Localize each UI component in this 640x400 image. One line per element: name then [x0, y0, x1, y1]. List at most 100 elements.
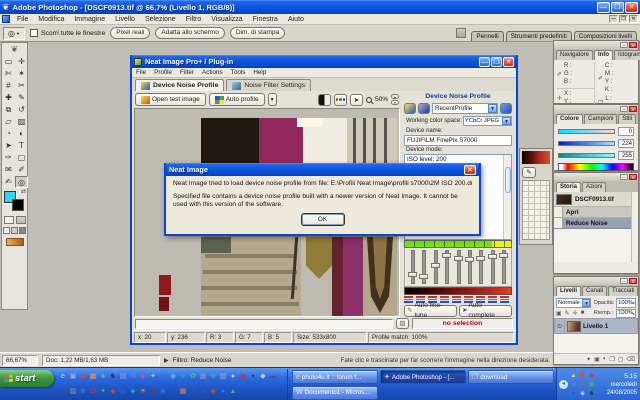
tray-icon[interactable]: ▣ — [587, 380, 596, 389]
quicklaunch-icon[interactable]: ✦ — [148, 371, 158, 382]
quicklaunch-icon[interactable]: ❖ — [178, 371, 188, 382]
quicklaunch-icon[interactable]: ◉ — [158, 386, 168, 397]
minimize-button[interactable]: — — [597, 2, 610, 13]
quicklaunch-icon[interactable]: O — [88, 386, 98, 397]
ok-button[interactable]: OK — [301, 213, 345, 226]
history-brush-tool-icon[interactable]: ↺ — [15, 104, 28, 116]
save-profile-button[interactable] — [418, 103, 430, 114]
zoom-percent-field[interactable]: 66,67% — [2, 355, 38, 366]
blue-value[interactable]: 255 — [618, 151, 634, 160]
taskbar-button[interactable]: e photo4u.it :: forum f... — [292, 370, 378, 384]
clock[interactable]: 5.15 mercoledì 24/08/2005 — [599, 373, 638, 397]
dodge-tool-icon[interactable]: ◐ — [15, 128, 28, 140]
quicklaunch-icon[interactable]: ▦ — [178, 386, 188, 397]
quicklaunch-icon[interactable]: 0 — [168, 386, 178, 397]
ni-menu-item[interactable]: Profile — [150, 68, 176, 78]
noise-slider[interactable] — [442, 248, 451, 286]
fill-field[interactable]: 100%▸ — [616, 309, 636, 318]
reuse-profile-button[interactable] — [500, 103, 512, 114]
ni-maximize-button[interactable]: ❐ — [491, 57, 502, 67]
hand-tool-icon[interactable]: ✍ — [2, 176, 15, 188]
history-scrollbar[interactable] — [631, 192, 638, 262]
layer-visibility-cell[interactable]: ⊙ — [555, 319, 565, 333]
quicklaunch-icon[interactable]: ◈ — [98, 371, 108, 382]
palette-tab[interactable]: Livelli — [556, 286, 581, 296]
quicklaunch-icon[interactable]: ● — [148, 386, 158, 397]
quicklaunch-icon[interactable]: ◉ — [208, 386, 218, 397]
lock-all-icon[interactable]: ■ — [581, 310, 585, 316]
print-size-button[interactable]: Dim. di stampa — [230, 27, 285, 39]
doc-restore-button[interactable]: ❐ — [619, 15, 628, 23]
recent-profile-dropdown[interactable]: RecentProfile ▼ — [432, 103, 498, 114]
pen-tool-icon[interactable]: ✑ — [2, 152, 15, 164]
green-value[interactable]: 224 — [618, 139, 634, 148]
quicklaunch-icon[interactable]: ▲ — [228, 386, 238, 397]
auto-complete-button[interactable]: ➤Auto complete — [459, 305, 512, 317]
ni-minimize-button[interactable]: — — [479, 57, 490, 67]
list-scrollbar[interactable] — [503, 155, 511, 239]
noise-slider[interactable] — [419, 248, 428, 286]
history-brush-well[interactable] — [554, 207, 563, 217]
palette-close-icon[interactable]: ✕ — [629, 106, 637, 112]
tab-noise-filter-settings[interactable]: Noise Filter Settings — [226, 79, 311, 91]
shape-tool-icon[interactable]: ▢ — [15, 152, 28, 164]
menu-item[interactable]: File — [12, 14, 33, 25]
palette-minimize-icon[interactable]: — — [620, 174, 628, 180]
ni-close-button[interactable]: ✕ — [503, 57, 514, 67]
blend-mode-dropdown[interactable]: Normale ▼ — [556, 298, 591, 308]
lock-move-icon[interactable]: ✛ — [573, 310, 578, 317]
quicklaunch-icon[interactable]: ▦ — [88, 371, 98, 382]
quicklaunch-icon[interactable]: ♠ — [58, 386, 68, 397]
quicklaunch-icon[interactable]: ◆ — [108, 386, 118, 397]
blur-tool-icon[interactable]: ◔ — [2, 128, 15, 140]
tray-collapse-icon[interactable]: ◂ — [559, 380, 568, 389]
history-snapshot-row[interactable]: DSCF0913.tif — [554, 192, 631, 207]
history-brush-well[interactable] — [554, 218, 563, 228]
quicklaunch-icon[interactable]: ◈ — [128, 386, 138, 397]
quicklaunch-icon[interactable]: ♪ — [198, 386, 208, 397]
standard-mode-button[interactable] — [4, 216, 14, 224]
eraser-tool-icon[interactable]: ▱ — [2, 116, 15, 128]
green-slider[interactable] — [558, 141, 615, 146]
tab-device-noise-profile[interactable]: Device Noise Profile — [135, 79, 224, 91]
zoom-tool-icon[interactable]: ◎ — [15, 176, 28, 188]
quicklaunch-icon[interactable]: ◉ — [168, 371, 178, 382]
selection-tool-button[interactable]: ▨ — [396, 318, 409, 329]
tray-icon[interactable]: ◈ — [578, 389, 587, 398]
history-step-open[interactable]: Apri — [554, 207, 631, 218]
delete-layer-icon[interactable]: ⌫ — [627, 356, 635, 363]
slider-thumb[interactable] — [419, 274, 428, 279]
rgb-view-button[interactable] — [334, 94, 347, 106]
quicklaunch-icon[interactable]: ▣ — [118, 386, 128, 397]
ni-menu-item[interactable]: Tools — [227, 68, 250, 78]
noise-slider[interactable] — [476, 248, 485, 286]
healing-brush-tool-icon[interactable]: ✚ — [2, 92, 15, 104]
ni-menu-item[interactable]: Actions — [198, 68, 227, 78]
palette-tab[interactable]: Info — [594, 50, 613, 60]
lock-transparency-icon[interactable]: ▣ — [556, 310, 562, 317]
quicklaunch-icon[interactable]: ♞ — [108, 371, 118, 382]
zoom-spinner[interactable]: ▲▼ — [391, 94, 399, 105]
neat-image-titlebar[interactable]: Neat Image Pro+ / Plug-in — ❐ ✕ — [132, 55, 516, 68]
opacity-field[interactable]: 100%▸ — [616, 298, 636, 308]
palette-tab[interactable]: Tracciati — [608, 286, 638, 296]
quicklaunch-icon[interactable]: ☀ — [138, 386, 148, 397]
quicklaunch-icon[interactable]: ◆ — [258, 371, 268, 382]
doc-close-button[interactable]: ✕ — [629, 15, 638, 23]
taskbar-button[interactable]: ❐ download — [468, 370, 554, 384]
menu-item[interactable]: Selezione — [140, 14, 181, 25]
menu-item[interactable]: Immagine — [69, 14, 110, 25]
tray-icon[interactable]: ▲ — [569, 371, 578, 380]
layer-group-icon[interactable]: ❐ — [609, 356, 614, 363]
gradient-tool-icon[interactable]: ▨ — [15, 116, 28, 128]
palette-grid-area[interactable] — [522, 180, 550, 240]
layer-effects-icon[interactable]: ✦ — [586, 356, 591, 363]
fullscreen-menubar-button[interactable] — [11, 227, 18, 234]
quick-mask-mode-button[interactable] — [16, 216, 26, 224]
actual-pixels-button[interactable]: Pixel reali — [110, 27, 150, 39]
luminance-view-button[interactable] — [318, 94, 331, 106]
quicklaunch-icon[interactable]: ▣ — [158, 371, 168, 382]
new-layer-icon[interactable]: ▢ — [618, 356, 624, 363]
magic-wand-tool-icon[interactable]: ✶ — [15, 68, 28, 80]
tray-icon[interactable]: ◉ — [569, 380, 578, 389]
